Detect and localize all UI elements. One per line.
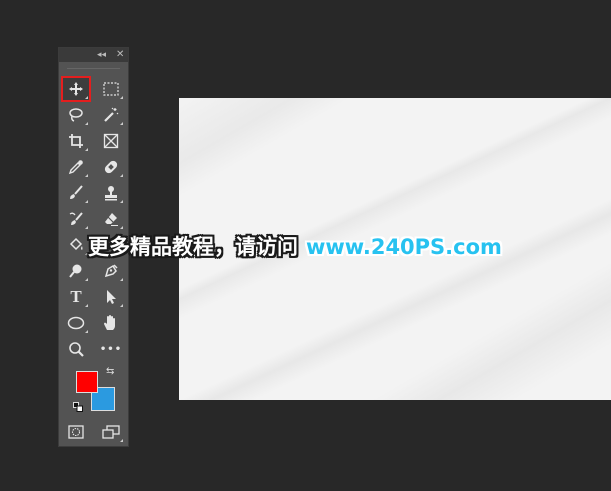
eraser-tool[interactable]: [98, 208, 124, 230]
move-icon: [69, 82, 83, 96]
hand-icon: [104, 315, 115, 330]
watermark: 更多精品教程，请访问 www.240PS.com: [88, 232, 502, 262]
pen-tool[interactable]: [98, 260, 124, 282]
eyedropper-tool[interactable]: [63, 156, 89, 178]
brush-tool[interactable]: [63, 182, 89, 204]
quick-mask-icon: [68, 425, 84, 439]
paint-bucket-tool[interactable]: [63, 234, 89, 256]
screen-mode-button[interactable]: [98, 421, 124, 443]
tools-panel-header: ◂◂ ✕: [59, 48, 128, 62]
eraser-icon: [105, 213, 118, 226]
zoom-icon: [69, 342, 84, 357]
ellipse-icon: [67, 316, 85, 330]
history-brush-icon: [69, 212, 83, 225]
foreground-color-swatch[interactable]: [76, 371, 98, 393]
blur-tool[interactable]: [63, 260, 89, 282]
zoom-tool[interactable]: [63, 338, 89, 360]
more-tools[interactable]: •••: [98, 338, 124, 360]
ellipsis-icon: •••: [99, 343, 123, 355]
brush-icon: [70, 185, 83, 199]
arrow-pointer-icon: [107, 290, 116, 304]
default-colors-icon[interactable]: [73, 402, 83, 412]
blur-drop-icon: [69, 264, 82, 278]
watermark-url: www.240PS.com: [306, 235, 502, 259]
rectangle-marquee-icon: [103, 82, 119, 96]
quick-mask-button[interactable]: [63, 421, 89, 443]
frame-tool[interactable]: [98, 130, 124, 152]
marquee-tool[interactable]: [98, 78, 124, 100]
path-selection-tool[interactable]: [98, 286, 124, 308]
lasso-icon: [69, 108, 83, 122]
hand-tool[interactable]: [98, 312, 124, 334]
type-tool[interactable]: T: [63, 286, 89, 308]
pen-icon: [104, 264, 118, 278]
crop-icon: [69, 134, 83, 148]
swap-colors-icon[interactable]: ⇆: [106, 366, 114, 377]
healing-brush-tool[interactable]: [98, 156, 124, 178]
bandage-icon: [104, 160, 118, 174]
stamp-tool[interactable]: [98, 182, 124, 204]
lasso-tool[interactable]: [63, 104, 89, 126]
eyedropper-icon: [68, 160, 83, 175]
panel-grip[interactable]: [67, 62, 120, 69]
ellipse-tool[interactable]: [63, 312, 89, 334]
watermark-chinese-text: 更多精品教程，请访问: [88, 235, 298, 259]
collapse-icon[interactable]: ◂◂: [97, 48, 106, 62]
paint-bucket-icon: [69, 237, 83, 251]
close-icon[interactable]: ✕: [116, 48, 124, 62]
magic-wand-tool[interactable]: [98, 104, 124, 126]
frame-icon: [103, 133, 119, 149]
move-tool[interactable]: [61, 76, 91, 102]
clone-stamp-icon: [105, 186, 117, 201]
type-icon: T: [70, 287, 82, 306]
magic-wand-icon: [104, 107, 119, 122]
history-brush-tool[interactable]: [63, 208, 89, 230]
crop-tool[interactable]: [63, 130, 89, 152]
screen-mode-icon: [102, 425, 120, 439]
